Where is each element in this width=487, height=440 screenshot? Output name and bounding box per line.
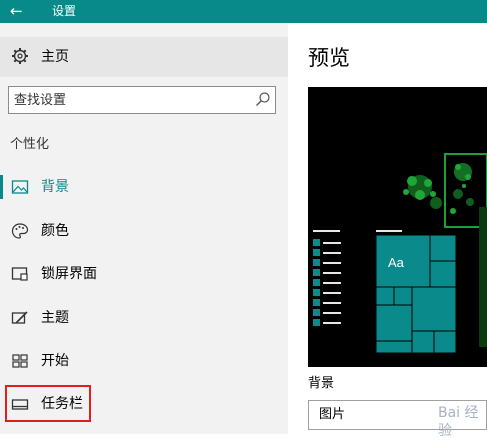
start-app-list xyxy=(313,230,341,326)
palette-icon xyxy=(11,223,29,239)
nav-item-background[interactable]: 背景 xyxy=(0,169,288,205)
start-icon xyxy=(12,354,28,368)
gear-icon xyxy=(12,48,28,64)
desktop-preview: Aa xyxy=(308,87,487,367)
lock-screen-icon xyxy=(11,267,28,281)
back-arrow-icon[interactable]: ← xyxy=(10,2,23,20)
nav-label-themes: 主题 xyxy=(41,310,69,326)
main-panel: 预览 Aa 背景 图片 Bai 经验 xyxy=(288,23,487,439)
nav-item-colors[interactable]: 颜色 xyxy=(0,213,288,249)
search-box[interactable] xyxy=(8,86,276,114)
home-label: 主页 xyxy=(41,49,69,65)
search-icon[interactable] xyxy=(255,91,271,107)
background-label: 背景 xyxy=(308,376,335,391)
preview-graphic: Aa xyxy=(313,153,487,354)
section-heading: 个性化 xyxy=(10,137,50,152)
picture-icon xyxy=(11,180,29,194)
nav-label-colors: 颜色 xyxy=(41,223,69,239)
nav-label-start: 开始 xyxy=(41,353,69,369)
theme-icon xyxy=(11,311,28,324)
tile-text: Aa xyxy=(388,255,405,270)
nav-label-lock-screen: 锁屏界面 xyxy=(41,266,97,282)
nav-label-background: 背景 xyxy=(41,179,69,195)
background-dropdown-value: 图片 xyxy=(319,407,346,422)
window-title: 设置 xyxy=(52,4,77,18)
active-indicator xyxy=(0,175,3,199)
sidebar: 主页 个性化 背景 颜色 锁屏界面 xyxy=(0,23,288,434)
nav-item-themes[interactable]: 主题 xyxy=(0,300,288,336)
green-flower-art xyxy=(403,163,474,214)
highlight-box xyxy=(5,385,91,422)
page-title: 预览 xyxy=(308,46,350,70)
start-tiles xyxy=(375,230,457,354)
title-bar: ← 设置 xyxy=(0,0,487,23)
search-input[interactable] xyxy=(9,87,249,113)
nav-item-start[interactable]: 开始 xyxy=(0,343,288,379)
home-nav-item[interactable]: 主页 xyxy=(0,37,288,77)
nav-item-lock-screen[interactable]: 锁屏界面 xyxy=(0,256,288,292)
watermark: Bai 经验 xyxy=(438,405,479,439)
